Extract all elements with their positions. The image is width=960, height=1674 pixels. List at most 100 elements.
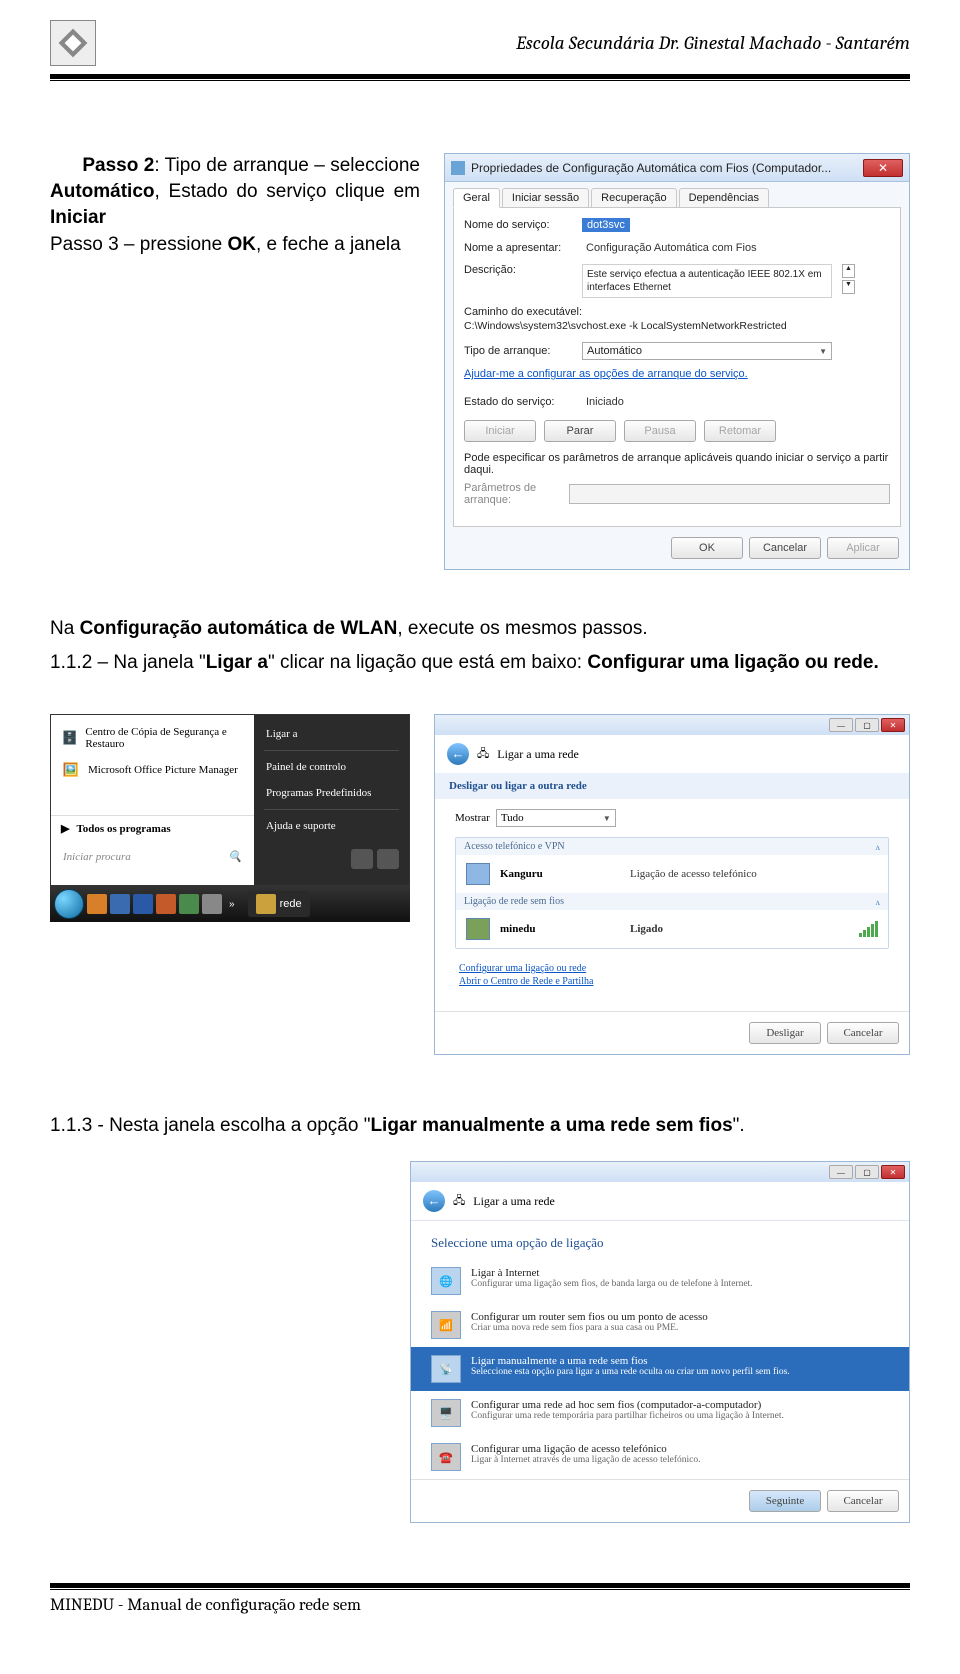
chevron-down-icon: ▼ (819, 347, 827, 356)
taskbar-more[interactable]: » (225, 899, 239, 910)
window-controls: —▢✕ (411, 1162, 909, 1182)
startup-type-select[interactable]: Automático▼ (582, 342, 832, 360)
collapse-icon[interactable]: ʌ (876, 897, 881, 907)
tb-ppt-icon[interactable] (156, 894, 176, 914)
tb-word-icon[interactable] (133, 894, 153, 914)
tb-ie-icon[interactable] (110, 894, 130, 914)
search-icon: 🔍 (228, 850, 242, 863)
parar-button[interactable]: Parar (544, 420, 616, 442)
group-dialup: Acesso telefónico e VPNʌ (456, 838, 888, 855)
ok-button[interactable]: OK (671, 537, 743, 559)
lbl-mostrar: Mostrar (455, 812, 490, 824)
conn-kanguru[interactable]: KanguruLigação de acesso telefónico (456, 855, 888, 893)
menu-programas[interactable]: Programas Predefinidos (254, 780, 409, 806)
wifi-icon: 📡 (431, 1355, 461, 1383)
menu-item-backup[interactable]: 🗄️Centro de Cópia de Segurança e Restaur… (51, 721, 254, 755)
cancel-button[interactable]: Cancelar (749, 537, 821, 559)
tab-strip: Geral Iniciar sessão Recuperação Dependê… (445, 182, 909, 207)
opt-router[interactable]: 📶Configurar um router sem fios ou um pon… (411, 1303, 909, 1347)
back-button[interactable]: ← (447, 743, 469, 765)
min-button[interactable]: — (829, 718, 853, 732)
max-button[interactable]: ▢ (855, 1165, 879, 1179)
nav-bar: ← 🖧 Ligar a uma rede (435, 735, 909, 773)
menu-item-picture[interactable]: 🖼️Microsoft Office Picture Manager (51, 755, 254, 785)
lbl-param: Parâmetros de arranque: (464, 482, 561, 506)
close-button[interactable]: ✕ (881, 718, 905, 732)
opt-manual-wifi[interactable]: 📡Ligar manualmente a uma rede sem fiosSe… (411, 1347, 909, 1391)
wifi-icon (466, 918, 490, 940)
close-button[interactable]: ✕ (863, 159, 903, 177)
tab-geral[interactable]: Geral (453, 188, 500, 208)
pausa-button[interactable]: Pausa (624, 420, 696, 442)
start-orb[interactable] (54, 889, 84, 919)
cancelar-button[interactable]: Cancelar (827, 1022, 899, 1044)
param-input (569, 484, 890, 504)
val-nome: dot3svc (582, 218, 630, 232)
lbl-tipo: Tipo de arranque: (464, 345, 574, 357)
lock-icon[interactable] (377, 849, 399, 869)
val-path: C:\Windows\system32\svchost.exe -k Local… (464, 320, 890, 332)
filter-select[interactable]: Tudo▼ (496, 809, 616, 827)
backup-icon: 🗄️ (61, 728, 78, 748)
retomar-button[interactable]: Retomar (704, 420, 776, 442)
tb-firefox-icon[interactable] (87, 894, 107, 914)
wizard-subtitle: Seleccione uma opção de ligação (411, 1221, 909, 1259)
back-button[interactable]: ← (423, 1190, 445, 1212)
taskbar-folder[interactable]: rede (248, 891, 310, 917)
menu-ajuda[interactable]: Ajuda e suporte (254, 813, 409, 839)
globe-icon: 🌐 (431, 1267, 461, 1295)
dialog-titlebar: Propriedades de Configuração Automática … (445, 154, 909, 182)
scroll-up-icon[interactable]: ▲ (842, 264, 855, 278)
opt-adhoc[interactable]: 🖥️Configurar uma rede ad hoc sem fios (c… (411, 1391, 909, 1435)
modem-icon (466, 863, 490, 885)
tab-recup[interactable]: Recuperação (591, 188, 676, 207)
footer-line-thick (50, 1583, 910, 1588)
lbl-nome: Nome do serviço: (464, 219, 574, 231)
link-configurar[interactable]: Configurar uma ligação ou rede (459, 963, 885, 974)
max-button[interactable]: ▢ (855, 718, 879, 732)
school-logo (50, 20, 96, 66)
all-programs[interactable]: ▶Todos os programas (51, 815, 254, 841)
header-line-thin (50, 80, 910, 81)
search-box[interactable]: Iniciar procura🔍 (57, 847, 248, 866)
cancel-button[interactable]: Cancelar (827, 1490, 899, 1512)
opt-dialup[interactable]: ☎️Configurar uma ligação de acesso telef… (411, 1435, 909, 1479)
scroll-down-icon[interactable]: ▼ (842, 280, 855, 294)
start-menu: 🗄️Centro de Cópia de Segurança e Restaur… (50, 714, 410, 886)
next-button[interactable]: Seguinte (749, 1490, 821, 1512)
net-icon: 🖧 (477, 745, 489, 764)
menu-ligar-a[interactable]: Ligar a (254, 721, 409, 747)
help-link[interactable]: Ajudar-me a configurar as opções de arra… (464, 368, 890, 380)
opt-internet[interactable]: 🌐Ligar à InternetConfigurar uma ligação … (411, 1259, 909, 1303)
footer-text: MINEDU - Manual de configuração rede sem (50, 1596, 910, 1615)
lbl-nomeap: Nome a apresentar: (464, 242, 574, 254)
net-icon: 🖧 (453, 1192, 465, 1211)
dialog-heading: Ligar a uma rede (497, 747, 579, 762)
min-button[interactable]: — (829, 1165, 853, 1179)
pc-icon: 🖥️ (431, 1399, 461, 1427)
lbl-path: Caminho do executável: (464, 306, 890, 318)
iniciar-button[interactable]: Iniciar (464, 420, 536, 442)
taskbar: » rede (50, 886, 410, 922)
folder-icon (256, 894, 276, 914)
tab-dep[interactable]: Dependências (679, 188, 769, 207)
properties-dialog: Propriedades de Configuração Automática … (444, 153, 910, 570)
sysicon (451, 161, 465, 175)
step-112-text: 1.1.2 – Na janela "Ligar a" clicar na li… (50, 652, 910, 674)
wlan-text: Na Configuração automática de WLAN, exec… (50, 618, 910, 640)
conn-minedu[interactable]: mineduLigado (456, 910, 888, 948)
page-header: Escola Secundária Dr. Ginestal Machado -… (50, 20, 910, 66)
close-button[interactable]: ✕ (881, 1165, 905, 1179)
collapse-icon[interactable]: ʌ (876, 842, 881, 852)
menu-separator2 (264, 809, 399, 810)
desligar-button[interactable]: Desligar (749, 1022, 821, 1044)
note-text: Pode especificar os parâmetros de arranq… (464, 452, 890, 476)
power-icon[interactable] (351, 849, 373, 869)
tb-app-icon[interactable] (202, 894, 222, 914)
menu-painel[interactable]: Painel de controlo (254, 754, 409, 780)
tb-excel-icon[interactable] (179, 894, 199, 914)
apply-button[interactable]: Aplicar (827, 537, 899, 559)
link-centro[interactable]: Abrir o Centro de Rede e Partilha (459, 976, 885, 987)
tab-iniciar[interactable]: Iniciar sessão (502, 188, 589, 207)
wizard-dialog: —▢✕ ← 🖧 Ligar a uma rede Seleccione uma … (410, 1161, 910, 1523)
